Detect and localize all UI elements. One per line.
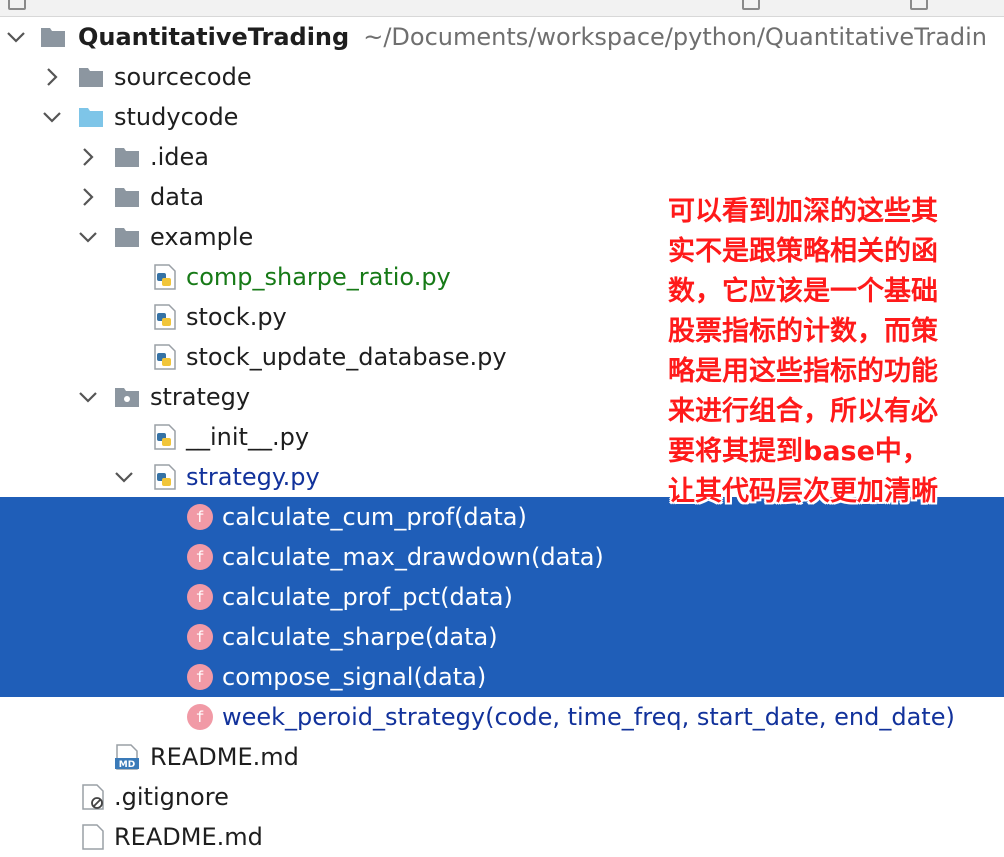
tree-item-function[interactable]: f calculate_sharpe(data) [0,617,1004,657]
tree-item-label: studycode [114,103,239,131]
tree-item-function[interactable]: f compose_signal(data) [0,657,1004,697]
python-file-icon [152,424,178,450]
function-icon: f [187,664,213,690]
tree-item-label: stock_update_database.py [186,343,507,371]
folder-icon [114,184,140,210]
tree-item-label: strategy [150,383,251,411]
tree-item-label: QuantitativeTrading ~/Documents/workspace… [78,17,987,57]
folder-icon [78,64,104,90]
tree-item-label: data [150,183,205,211]
tree-item-function[interactable]: f calculate_max_drawdown(data) [0,537,1004,577]
chevron-down-icon[interactable] [77,386,99,408]
tree-item-label: sourcecode [114,63,252,91]
toolbar-icon[interactable] [910,0,928,10]
tree-item-label: calculate_cum_prof(data) [222,503,527,531]
chevron-down-icon[interactable] [5,26,27,48]
tree-item-function[interactable]: f week_peroid_strategy(code, time_freq, … [0,697,1004,737]
chevron-down-icon[interactable] [41,106,63,128]
markdown-file-icon [82,824,104,850]
project-name: QuantitativeTrading [78,23,350,51]
function-icon: f [187,584,213,610]
tree-item-readme-outer[interactable]: README.md [0,817,1004,857]
top-toolbar [0,0,1004,17]
annotation-line: 让其代码层次更加清晰 [668,476,938,507]
annotation-line: 实不是跟策略相关的函 [668,236,938,267]
annotation-note: 可以看到加深的这些其 实不是跟策略相关的函 数，它应该是一个基础 股票指标的计数… [668,192,968,512]
tree-item-project-root[interactable]: QuantitativeTrading ~/Documents/workspace… [0,17,1004,57]
annotation-line: 略是用这些指标的功能 [668,356,938,387]
chevron-down-icon[interactable] [113,466,135,488]
toolbar-icon[interactable] [8,0,26,10]
python-file-icon [152,264,178,290]
annotation-line: 来进行组合，所以有必 [668,396,938,427]
folder-icon [114,224,140,250]
function-icon: f [187,624,213,650]
function-icon: f [187,544,213,570]
tree-item-label: README.md [150,743,299,771]
md-badge: MD [119,760,135,770]
tree-item-label: README.md [114,823,263,851]
tree-item-label: calculate_sharpe(data) [222,623,498,651]
folder-icon [40,24,66,50]
tree-item-studycode[interactable]: studycode [0,97,1004,137]
tree-item-label: comp_sharpe_ratio.py [186,263,451,291]
tree-item-function[interactable]: f calculate_prof_pct(data) [0,577,1004,617]
tree-item-label: .gitignore [114,783,229,811]
tree-item-label: calculate_prof_pct(data) [222,583,513,611]
tree-item-label: __init__.py [186,423,310,451]
tree-item-label: example [150,223,254,251]
function-icon: f [187,504,213,530]
chevron-down-icon[interactable] [77,226,99,248]
package-icon [114,384,140,410]
annotation-line: 数，它应该是一个基础 [668,276,938,307]
annotation-line: 股票指标的计数，而策 [668,316,938,347]
python-file-icon [152,464,178,490]
source-folder-icon [78,104,104,130]
project-path: ~/Documents/workspace/python/Quantitativ… [363,23,988,51]
toolbar-icon[interactable] [742,0,760,10]
tree-item-label: .idea [150,143,210,171]
folder-icon [114,144,140,170]
chevron-right-icon[interactable] [77,146,99,168]
tree-item-gitignore[interactable]: .gitignore [0,777,1004,817]
tree-item-label: stock.py [186,303,287,331]
annotation-line: 要将其提到base中， [668,436,929,467]
tree-item-sourcecode[interactable]: sourcecode [0,57,1004,97]
tree-item-readme-inner[interactable]: MD README.md [0,737,1004,777]
tree-item-idea[interactable]: .idea [0,137,1004,177]
chevron-right-icon[interactable] [41,66,63,88]
python-file-icon [152,344,178,370]
gitignore-file-icon [82,784,104,810]
annotation-line: 可以看到加深的这些其 [668,196,938,227]
tree-item-label: calculate_max_drawdown(data) [222,543,604,571]
tree-item-label: week_peroid_strategy(code, time_freq, st… [222,703,955,731]
tree-item-label: compose_signal(data) [222,663,487,691]
function-icon: f [187,704,213,730]
python-file-icon [152,304,178,330]
markdown-file-icon: MD [115,744,139,770]
chevron-right-icon[interactable] [77,186,99,208]
tree-item-label: strategy.py [186,463,320,491]
